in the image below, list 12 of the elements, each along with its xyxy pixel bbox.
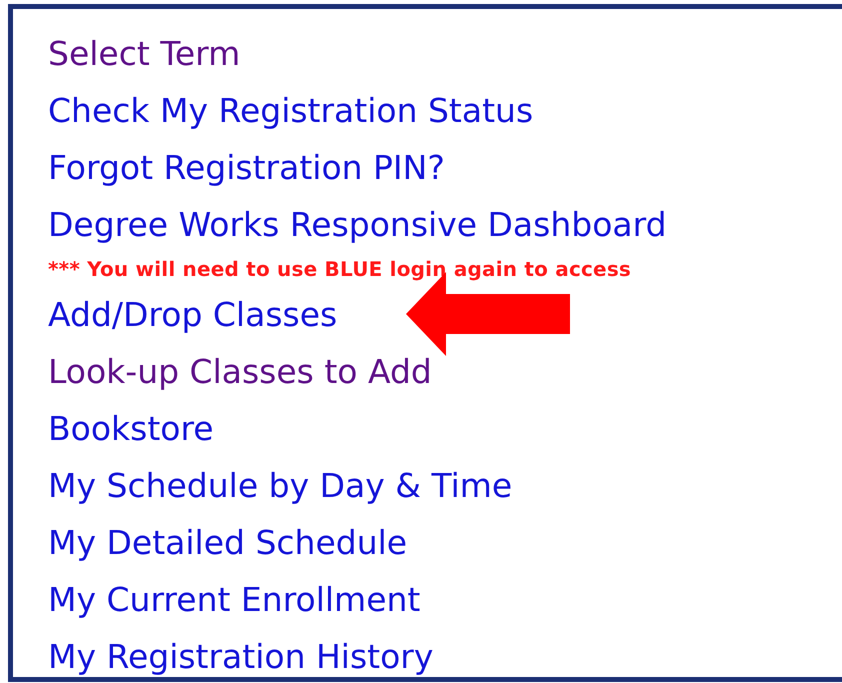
menu-link[interactable]: My Detailed Schedule bbox=[48, 514, 408, 571]
menu-link[interactable]: Forgot Registration PIN? bbox=[48, 139, 445, 196]
menu-link[interactable]: Bookstore bbox=[48, 400, 214, 457]
menu-link[interactable]: Degree Works Responsive Dashboard bbox=[48, 196, 667, 253]
menu-link[interactable]: Look-up Classes to Add bbox=[48, 343, 432, 400]
menu-link[interactable]: My Current Enrollment bbox=[48, 571, 420, 628]
menu-link[interactable]: Select Term bbox=[48, 25, 240, 82]
menu-link[interactable]: My Registration History bbox=[48, 628, 434, 677]
menu-link[interactable]: Add/Drop Classes bbox=[48, 286, 338, 343]
menu-link[interactable]: Check My Registration Status bbox=[48, 82, 534, 139]
warning-note: *** You will need to use BLUE login again to access bbox=[48, 256, 632, 283]
menu-link[interactable]: My Schedule by Day & Time bbox=[48, 457, 512, 514]
